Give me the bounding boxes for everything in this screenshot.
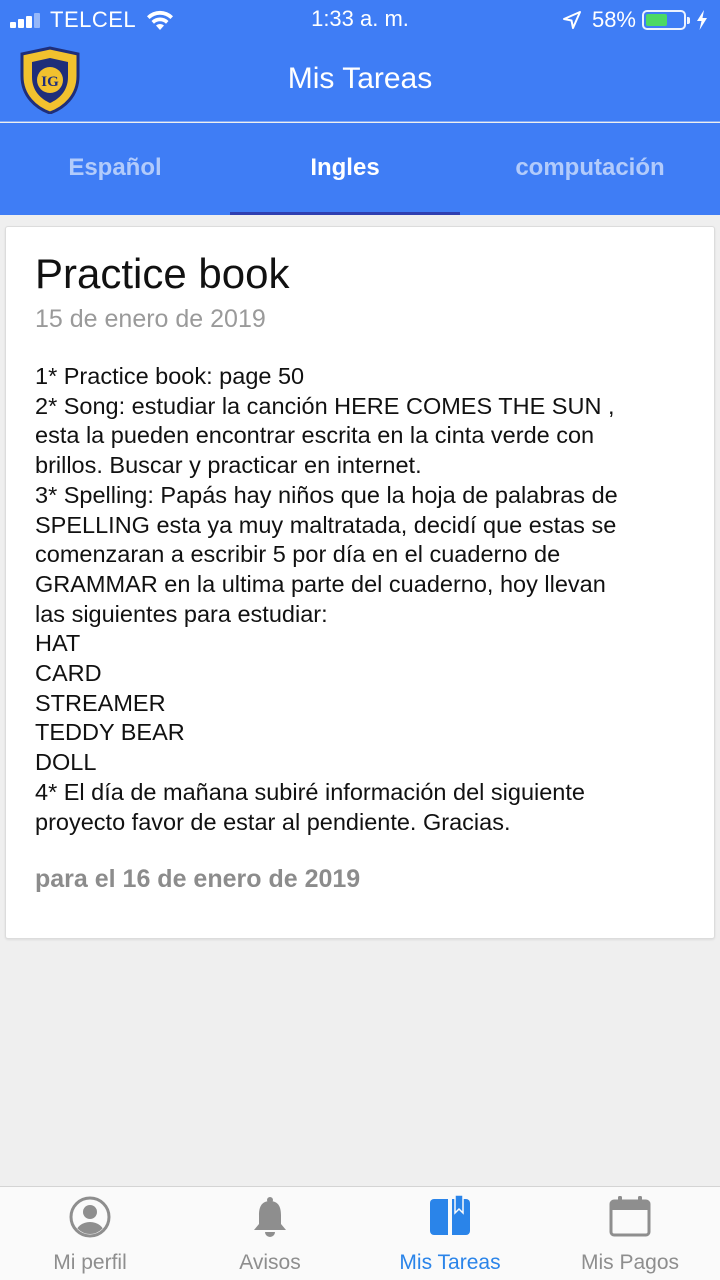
tab-computacion[interactable]: computación xyxy=(460,123,720,215)
battery-percent: 58% xyxy=(591,7,636,32)
task-due-date: para el 16 de enero de 2019 xyxy=(35,865,361,894)
task-line: TEDDY BEAR xyxy=(35,719,185,746)
tabbar-label: Mis Pagos xyxy=(580,1251,680,1274)
charging-bolt-icon xyxy=(697,10,707,30)
task-line: 4* El día de mañana subiré información d… xyxy=(35,778,585,805)
task-line: brillos. Buscar y practicar en internet. xyxy=(35,452,422,479)
tabbar-item-mis-pagos[interactable]: Mis Pagos xyxy=(540,1187,720,1280)
status-right: 58% xyxy=(562,6,708,34)
tabbar-label: Avisos xyxy=(239,1251,301,1274)
task-line: proyecto favor de estar al pendiente. Gr… xyxy=(35,808,511,835)
status-bar: TELCEL 1:33 a. m. 58% xyxy=(0,0,720,40)
task-line: comenzaran a escribir 5 por día en el cu… xyxy=(35,541,561,568)
tabbar-item-mis-tareas[interactable]: Mis Tareas xyxy=(360,1187,540,1280)
battery-icon xyxy=(642,10,690,30)
tabbar-item-avisos[interactable]: Avisos xyxy=(180,1187,360,1280)
task-line: DOLL xyxy=(35,749,97,776)
battery-level xyxy=(646,14,667,26)
book-icon xyxy=(430,1195,470,1235)
task-line: esta la pueden encontrar escrita en la c… xyxy=(35,422,595,449)
app-header: IG Mis Tareas xyxy=(0,40,720,122)
bell-icon xyxy=(254,1197,286,1237)
task-line: 3* Spelling: Papás hay niños que la hoja… xyxy=(35,481,618,508)
task-date: 15 de enero de 2019 xyxy=(35,305,266,333)
task-line: las siguientes para estudiar: xyxy=(35,600,328,627)
page-title: Mis Tareas xyxy=(287,62,433,95)
task-title: Practice book xyxy=(35,250,290,297)
tab-espanol[interactable]: Español xyxy=(0,123,230,215)
profile-icon xyxy=(69,1196,111,1238)
task-line: CARD xyxy=(35,660,102,687)
task-line: 2* Song: estudiar la canción HERE COMES … xyxy=(35,392,615,419)
task-line: SPELLING esta ya muy maltratada, decidí … xyxy=(35,511,617,538)
task-line: GRAMMAR en la ultima parte del cuaderno,… xyxy=(35,570,606,597)
location-arrow-icon xyxy=(562,11,581,29)
bottom-tab-bar: Mi perfil Avisos Mis Tareas Mis Pagos xyxy=(0,1186,720,1280)
tabbar-item-mi-perfil[interactable]: Mi perfil xyxy=(0,1187,180,1280)
task-line: 1* Practice book: page 50 xyxy=(35,363,305,389)
subject-tabs: Español Ingles computación xyxy=(0,123,720,215)
task-card[interactable]: Practice book 15 de enero de 2019 1* Pra… xyxy=(5,226,715,939)
calendar-icon xyxy=(609,1196,651,1237)
tab-ingles[interactable]: Ingles xyxy=(230,123,460,215)
tabbar-label: Mi perfil xyxy=(53,1251,127,1274)
task-line: HAT xyxy=(35,630,81,657)
task-description: 1* Practice book: page 50 2* Song: estud… xyxy=(35,362,686,837)
task-line: STREAMER xyxy=(35,689,166,716)
tabbar-label: Mis Tareas xyxy=(399,1251,501,1274)
